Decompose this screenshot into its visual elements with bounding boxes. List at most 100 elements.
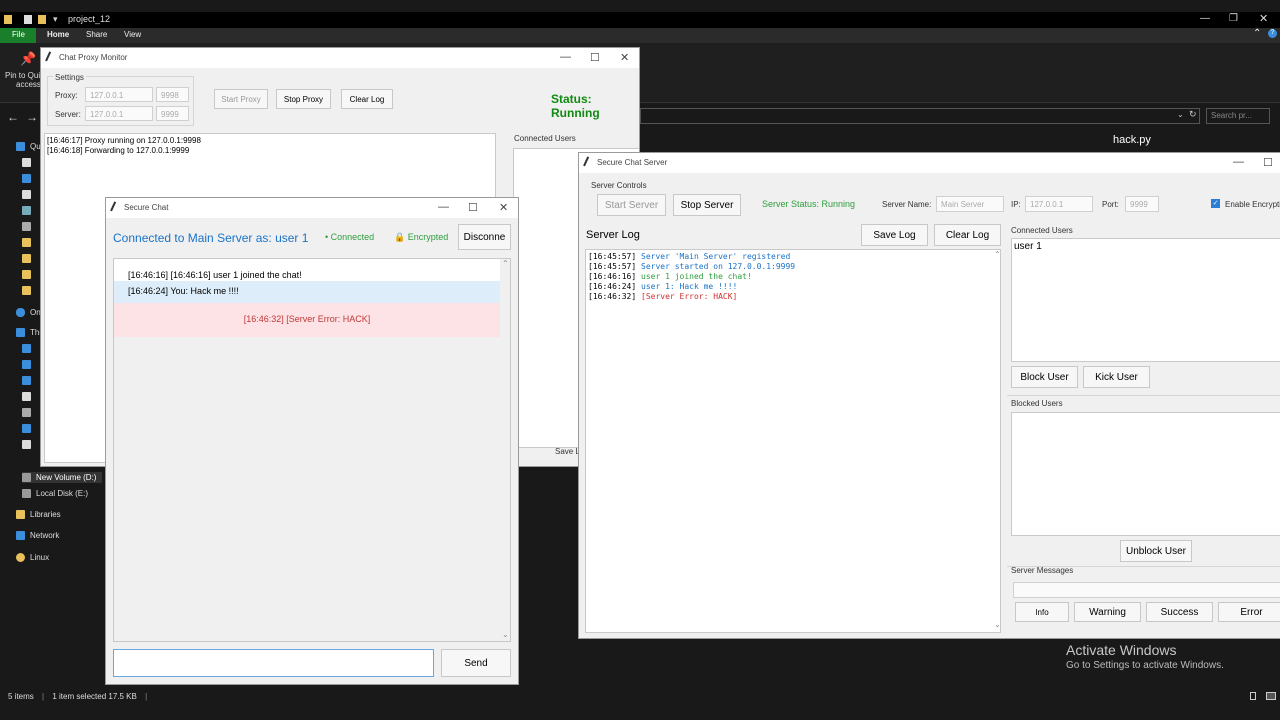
nav-this-pc[interactable]: Thi: [16, 328, 41, 338]
nav-pictures[interactable]: [22, 206, 36, 216]
nav-3d[interactable]: [22, 344, 36, 354]
maximize-icon[interactable]: ☐: [468, 201, 478, 214]
restore-icon[interactable]: ❐: [1229, 13, 1238, 24]
close-icon[interactable]: ✕: [620, 51, 629, 64]
port-input[interactable]: 9999: [1125, 196, 1159, 212]
block-user-button[interactable]: Block User: [1011, 366, 1078, 388]
explorer-title: project_12: [68, 14, 111, 24]
nav-folder-t[interactable]: [22, 286, 36, 296]
send-button[interactable]: Send: [441, 649, 511, 677]
nav-folder-e[interactable]: [22, 238, 36, 248]
minimize-icon[interactable]: —: [1200, 13, 1210, 24]
start-proxy-button[interactable]: Start Proxy: [214, 89, 268, 109]
server-log[interactable]: [16:45:57] Server 'Main Server' register…: [585, 249, 1001, 633]
nav-videos[interactable]: [22, 392, 36, 402]
scroll-down-icon[interactable]: ⌄: [994, 620, 1001, 629]
info-button[interactable]: Info: [1015, 602, 1069, 622]
unblock-user-button[interactable]: Unblock User: [1120, 540, 1192, 562]
forward-arrow-icon[interactable]: →: [26, 110, 38, 124]
music-icon: [22, 376, 31, 386]
server-ip-field[interactable]: 127.0.0.1: [85, 106, 153, 121]
nav-network[interactable]: Network: [16, 531, 59, 541]
proxy-port-field[interactable]: 9998: [156, 87, 189, 102]
save-log-button[interactable]: Save Log: [861, 224, 928, 246]
encryption-checkbox[interactable]: ✓: [1211, 199, 1220, 208]
nav-local-disk[interactable]: Local Disk (E:): [22, 489, 88, 499]
message-own: [16:46:24] You: Hack me !!!!: [114, 281, 500, 303]
stop-proxy-button[interactable]: Stop Proxy: [276, 89, 331, 109]
file-name-header[interactable]: hack.py: [1113, 134, 1151, 146]
nav-folder-s[interactable]: [22, 270, 36, 280]
success-button[interactable]: Success: [1146, 602, 1213, 622]
properties-icon[interactable]: [24, 15, 32, 24]
start-server-button[interactable]: Start Server: [597, 194, 666, 216]
close-icon[interactable]: ✕: [1259, 12, 1268, 25]
new-folder-icon[interactable]: [38, 15, 46, 24]
tab-file[interactable]: File: [0, 28, 36, 43]
nav-new-volume[interactable]: New Volume (D:): [22, 472, 103, 484]
nav-libraries[interactable]: Libraries: [16, 510, 61, 520]
nav-drive-c[interactable]: [22, 440, 36, 450]
nav-folder[interactable]: [22, 158, 36, 168]
details-view-icon[interactable]: [1250, 692, 1256, 700]
scroll-up-icon[interactable]: ⌃: [994, 250, 1001, 259]
disconnect-button[interactable]: Disconne: [458, 224, 511, 250]
log-line: [16:46:18] Forwarding to 127.0.0.1:9999: [47, 146, 190, 155]
server-port-field[interactable]: 9999: [156, 106, 189, 121]
clear-log-button[interactable]: Clear Log: [341, 89, 393, 109]
message-input[interactable]: [113, 649, 434, 677]
ip-label: IP:: [1011, 200, 1021, 209]
quick-access-item[interactable]: Qu: [16, 142, 41, 152]
tab-home[interactable]: Home: [47, 30, 69, 39]
quick-access-dropdown-icon[interactable]: ▾: [53, 14, 58, 25]
nav-item-j[interactable]: [22, 408, 36, 418]
server-status: Server Status: Running: [762, 199, 856, 209]
pin-icon[interactable]: 📌: [20, 51, 36, 67]
proxy-title: Chat Proxy Monitor: [59, 53, 128, 62]
minimize-icon[interactable]: —: [1233, 156, 1244, 168]
maximize-icon[interactable]: ☐: [1263, 156, 1273, 169]
close-icon[interactable]: ✕: [499, 201, 508, 214]
user-item[interactable]: user 1: [1014, 241, 1278, 252]
pin-label[interactable]: Pin to Qui: [5, 71, 40, 80]
error-button[interactable]: Error: [1218, 602, 1280, 622]
minimize-icon[interactable]: —: [438, 201, 449, 213]
tab-view[interactable]: View: [124, 30, 141, 39]
nav-linux[interactable]: Linux: [16, 553, 49, 563]
kick-user-button[interactable]: Kick User: [1083, 366, 1150, 388]
maximize-icon[interactable]: ☐: [590, 51, 600, 64]
scroll-down-icon[interactable]: ⌄: [502, 630, 509, 639]
nav-item-j2[interactable]: [22, 424, 36, 434]
proxy-ip-field[interactable]: 127.0.0.1: [85, 87, 153, 102]
lock-icon: 🔒: [394, 232, 406, 242]
server-name-input[interactable]: Main Server: [936, 196, 1004, 212]
search-input[interactable]: Search pr...: [1206, 108, 1270, 124]
nav-onedrive[interactable]: On: [16, 308, 41, 318]
nav-downloads[interactable]: [22, 174, 36, 184]
scroll-up-icon[interactable]: ⌃: [502, 259, 509, 268]
refresh-icon[interactable]: ↻: [1189, 109, 1197, 120]
clear-log-button[interactable]: Clear Log: [934, 224, 1001, 246]
warning-button[interactable]: Warning: [1074, 602, 1141, 622]
large-icons-view-icon[interactable]: [1266, 692, 1276, 700]
back-arrow-icon[interactable]: ←: [7, 110, 19, 124]
collapse-ribbon-icon[interactable]: ⌃: [1253, 28, 1261, 39]
dropdown-icon[interactable]: ⌄: [1177, 110, 1184, 119]
minimize-icon[interactable]: —: [560, 51, 571, 63]
help-icon[interactable]: ?: [1268, 29, 1277, 38]
nav-music[interactable]: [22, 376, 36, 386]
blocked-users-list[interactable]: [1011, 412, 1280, 536]
address-bar[interactable]: ⌄ ↻: [640, 108, 1200, 124]
tab-share[interactable]: Share: [86, 30, 107, 39]
log-line: [16:46:24] user 1: Hack me !!!!: [588, 282, 738, 291]
nav-folder-p[interactable]: [22, 254, 36, 264]
connected-users-list[interactable]: user 1: [1011, 238, 1280, 362]
chat-messages[interactable]: [16:46:16] [16:46:16] user 1 joined the …: [113, 258, 511, 642]
nav-git[interactable]: [22, 222, 36, 232]
server-message-input[interactable]: [1013, 582, 1280, 598]
nav-documents[interactable]: [22, 190, 36, 200]
pin-label-line2[interactable]: access: [16, 80, 41, 89]
stop-server-button[interactable]: Stop Server: [673, 194, 741, 216]
ip-input[interactable]: 127.0.0.1: [1025, 196, 1093, 212]
nav-desktop[interactable]: [22, 360, 36, 370]
